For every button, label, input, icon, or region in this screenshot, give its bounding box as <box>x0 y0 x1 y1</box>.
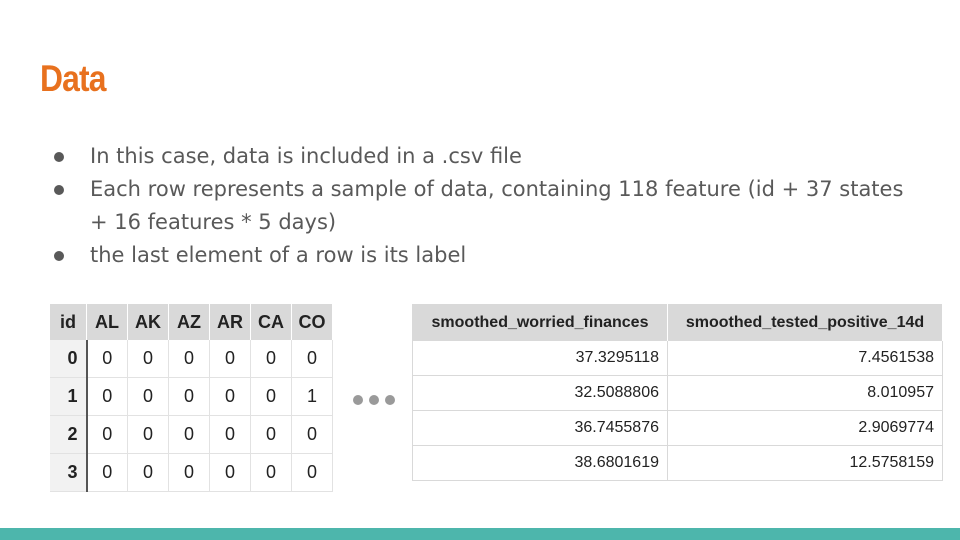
table-cell: 2.9069774 <box>667 410 943 446</box>
row-id-cell: 1 <box>50 377 88 416</box>
bullet-item: Each row represents a sample of data, co… <box>52 173 912 239</box>
table-row: 1 0 0 0 0 0 1 <box>50 377 333 416</box>
row-id-cell: 3 <box>50 453 88 492</box>
column-header-al: AL <box>86 304 128 340</box>
bullet-text: the last element of a row is its label <box>90 243 467 267</box>
column-header-worried-finances: smoothed_worried_finances <box>412 304 668 341</box>
table-cell: 0 <box>291 453 333 492</box>
ellipsis-dot <box>369 395 379 405</box>
table-cell: 0 <box>209 377 251 416</box>
table-cell: 38.6801619 <box>412 445 668 481</box>
table-cell: 0 <box>127 415 169 454</box>
table-cell: 0 <box>250 377 292 416</box>
table-cell: 0 <box>250 415 292 454</box>
table-cell: 8.010957 <box>667 375 943 411</box>
table-cell: 0 <box>209 340 251 378</box>
bullet-item: the last element of a row is its label <box>52 239 912 272</box>
column-header-ak: AK <box>127 304 169 340</box>
column-header-ar: AR <box>209 304 251 340</box>
table-cell: 37.3295118 <box>412 341 668 376</box>
table-cell: 0 <box>168 453 210 492</box>
table-cell: 0 <box>168 340 210 378</box>
bullet-dot-icon <box>54 152 64 162</box>
table-header-row: id AL AK AZ AR CA CO <box>50 304 333 340</box>
table-row: 2 0 0 0 0 0 0 <box>50 415 333 454</box>
column-header-id: id <box>50 304 87 340</box>
table-cell: 0 <box>209 415 251 454</box>
column-header-ca: CA <box>250 304 292 340</box>
bullet-list: In this case, data is included in a .csv… <box>52 140 912 272</box>
bullet-dot-icon <box>54 185 64 195</box>
table-cell: 1 <box>291 377 333 416</box>
feature-label-table: smoothed_worried_finances smoothed_teste… <box>412 304 943 481</box>
ellipsis-dot <box>353 395 363 405</box>
table-row: 3 0 0 0 0 0 0 <box>50 453 333 492</box>
table-cell: 0 <box>86 340 128 378</box>
table-cell: 0 <box>209 453 251 492</box>
bullet-dot-icon <box>54 251 64 261</box>
table-cell: 0 <box>291 415 333 454</box>
ellipsis-dot <box>385 395 395 405</box>
table-row: 37.3295118 7.4561538 <box>412 341 943 376</box>
table-header-row: smoothed_worried_finances smoothed_teste… <box>412 304 943 341</box>
table-row: 36.7455876 2.9069774 <box>412 410 943 446</box>
table-cell: 36.7455876 <box>412 410 668 446</box>
table-cell: 0 <box>168 377 210 416</box>
table-row: 38.6801619 12.5758159 <box>412 445 943 481</box>
table-cell: 0 <box>86 415 128 454</box>
column-header-tested-positive: smoothed_tested_positive_14d <box>667 304 943 341</box>
table-cell: 0 <box>86 377 128 416</box>
column-header-co: CO <box>291 304 333 340</box>
table-cell: 0 <box>168 415 210 454</box>
ellipsis-icon <box>353 395 395 405</box>
state-feature-table: id AL AK AZ AR CA CO 0 0 0 0 0 0 0 1 0 0… <box>50 304 333 492</box>
footer-accent-bar <box>0 528 960 540</box>
table-cell: 32.5088806 <box>412 375 668 411</box>
table-cell: 0 <box>291 340 333 378</box>
table-cell: 0 <box>127 340 169 378</box>
table-cell: 7.4561538 <box>667 341 943 376</box>
row-id-cell: 0 <box>50 340 88 378</box>
bullet-text: In this case, data is included in a .csv… <box>90 144 522 168</box>
table-row: 32.5088806 8.010957 <box>412 375 943 411</box>
table-row: 0 0 0 0 0 0 0 <box>50 340 333 378</box>
slide-title: Data <box>40 58 106 99</box>
column-header-az: AZ <box>168 304 210 340</box>
table-cell: 0 <box>127 377 169 416</box>
table-cell: 0 <box>250 453 292 492</box>
bullet-text: Each row represents a sample of data, co… <box>90 177 904 234</box>
row-id-cell: 2 <box>50 415 88 454</box>
table-cell: 0 <box>127 453 169 492</box>
bullet-item: In this case, data is included in a .csv… <box>52 140 912 173</box>
table-cell: 0 <box>86 453 128 492</box>
table-cell: 0 <box>250 340 292 378</box>
table-cell: 12.5758159 <box>667 445 943 481</box>
